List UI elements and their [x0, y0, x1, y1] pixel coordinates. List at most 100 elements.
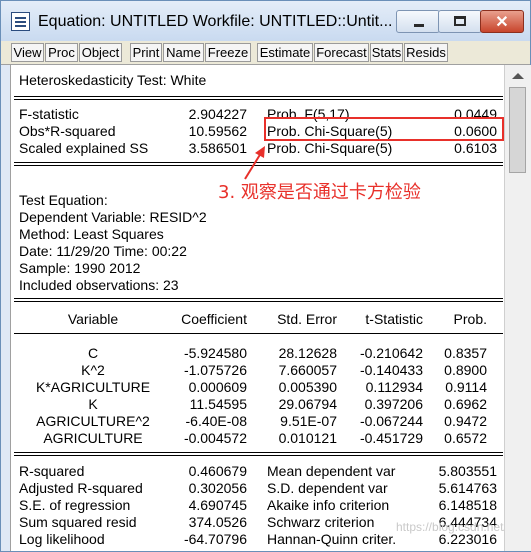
app-menu-icon[interactable]	[11, 12, 30, 31]
vertical-scrollbar[interactable]	[504, 65, 531, 551]
row-t-statistic: -0.067244	[359, 413, 423, 429]
row-coefficient: -5.924580	[183, 345, 247, 361]
row-prob: 0.9472	[444, 413, 487, 429]
test-value: 3.586501	[188, 140, 247, 156]
test-label: F-statistic	[19, 106, 79, 122]
test-label: Scaled explained SS	[19, 140, 149, 156]
test-label: Obs*R-squared	[19, 123, 116, 139]
title-bar[interactable]: Equation: UNTITLED Workfile: UNTITLED::U…	[1, 1, 530, 41]
row-variable: K	[88, 396, 98, 412]
column-header: Variable	[67, 311, 119, 327]
info-line: Test Equation:	[19, 192, 108, 208]
maximize-icon	[454, 16, 466, 26]
row-std-error: 0.005390	[278, 379, 337, 395]
stat-label: Schwarz criterion	[267, 514, 375, 530]
row-std-error: 28.12628	[278, 345, 337, 361]
output-area[interactable]: Heteroskedasticity Test: White F-statist…	[10, 65, 505, 551]
test-value: 2.904227	[188, 106, 247, 122]
scroll-up-icon[interactable]	[512, 73, 524, 79]
stat-label: Adjusted R-squared	[19, 480, 143, 496]
stat-label: Log likelihood	[19, 531, 105, 547]
test-prob: 0.6103	[454, 140, 497, 156]
name-button[interactable]: Name	[163, 43, 204, 62]
row-t-statistic: -0.140433	[359, 362, 423, 378]
row-coefficient: -0.004572	[183, 430, 247, 446]
resids-button[interactable]: Resids	[404, 43, 448, 62]
row-coefficient: -1.075726	[183, 362, 247, 378]
rule	[14, 298, 503, 302]
minimize-button[interactable]	[396, 10, 440, 33]
stat-value: 4.690745	[188, 497, 247, 513]
stat-value: 0.302056	[188, 480, 247, 496]
column-header: Prob.	[453, 311, 487, 327]
row-std-error: 7.660057	[278, 362, 337, 378]
stat-value: 6.148518	[438, 497, 497, 513]
row-t-statistic: -0.451729	[359, 430, 423, 446]
row-prob: 0.8900	[444, 362, 487, 378]
maximize-button[interactable]	[438, 10, 482, 33]
view-button[interactable]: View	[11, 43, 44, 62]
stat-label: R-squared	[19, 463, 85, 479]
test-value: 10.59562	[188, 123, 247, 139]
close-button[interactable]: ✕	[480, 10, 524, 33]
toolbar: View Proc Object Print Name Freeze Estim…	[1, 41, 530, 65]
row-prob: 0.8357	[444, 345, 487, 361]
stat-label: Akaike info criterion	[267, 497, 390, 513]
stat-label: Sum squared resid	[19, 514, 137, 530]
row-prob: 0.6572	[444, 430, 487, 446]
row-variable: AGRICULTURE	[43, 430, 143, 446]
stat-label: S.D. dependent var	[267, 480, 388, 496]
rule	[14, 333, 503, 334]
print-button[interactable]: Print	[130, 43, 162, 62]
row-t-statistic: -0.210642	[359, 345, 423, 361]
row-coefficient: 0.000609	[188, 379, 247, 395]
row-std-error: 29.06794	[278, 396, 337, 412]
column-header: Coefficient	[181, 311, 247, 327]
output-heading: Heteroskedasticity Test: White	[19, 72, 207, 88]
row-coefficient: 11.54595	[189, 396, 247, 412]
row-variable: AGRICULTURE^2	[36, 413, 150, 429]
proc-button[interactable]: Proc	[45, 43, 78, 62]
row-t-statistic: 0.397206	[364, 396, 423, 412]
row-variable: C	[87, 345, 99, 361]
window-title: Equation: UNTITLED Workfile: UNTITLED::U…	[38, 13, 393, 30]
info-line: Dependent Variable: RESID^2	[19, 209, 207, 225]
info-line: Sample: 1990 2012	[19, 260, 141, 276]
stat-label: Hannan-Quinn criter.	[267, 531, 397, 547]
stat-label: S.E. of regression	[19, 497, 131, 513]
row-coefficient: -6.40E-08	[185, 413, 247, 429]
annotation-text: 3. 观察是否通过卡方检验	[218, 182, 421, 203]
close-icon: ✕	[495, 14, 509, 31]
column-header: t-Statistic	[365, 311, 423, 327]
minimize-icon	[414, 24, 424, 27]
scroll-thumb[interactable]	[509, 87, 526, 173]
highlight-box	[264, 117, 504, 141]
stat-value: 0.460679	[188, 463, 247, 479]
info-line: Included observations: 23	[19, 277, 179, 293]
row-t-statistic: 0.112934	[365, 379, 423, 395]
row-variable: K*AGRICULTURE	[35, 379, 151, 395]
forecast-button[interactable]: Forecast	[314, 43, 369, 62]
estimate-button[interactable]: Estimate	[257, 43, 313, 62]
equation-window: Equation: UNTITLED Workfile: UNTITLED::U…	[0, 0, 531, 552]
stat-value: -64.70796	[183, 531, 247, 547]
stat-value: 374.0526	[188, 514, 247, 530]
test-prob-label: Prob. Chi-Square(5)	[267, 140, 393, 156]
object-button[interactable]: Object	[79, 43, 122, 62]
watermark: https://blog.csdn.net/qq_...	[396, 520, 505, 534]
rule	[14, 96, 503, 100]
stat-label: Mean dependent var	[267, 463, 396, 479]
stat-value: 5.803551	[438, 463, 497, 479]
rule	[14, 452, 503, 456]
row-std-error: 9.51E-07	[280, 413, 337, 429]
stat-value: 5.614763	[438, 480, 497, 496]
freeze-button[interactable]: Freeze	[205, 43, 251, 62]
row-std-error: 0.010121	[278, 430, 337, 446]
info-line: Date: 11/29/20 Time: 00:22	[19, 243, 187, 259]
row-prob: 0.6962	[444, 396, 487, 412]
row-prob: 0.9114	[445, 379, 487, 395]
row-variable: K^2	[81, 362, 105, 378]
column-header: Std. Error	[277, 311, 337, 327]
stats-button[interactable]: Stats	[370, 43, 403, 62]
info-line: Method: Least Squares	[19, 226, 164, 242]
